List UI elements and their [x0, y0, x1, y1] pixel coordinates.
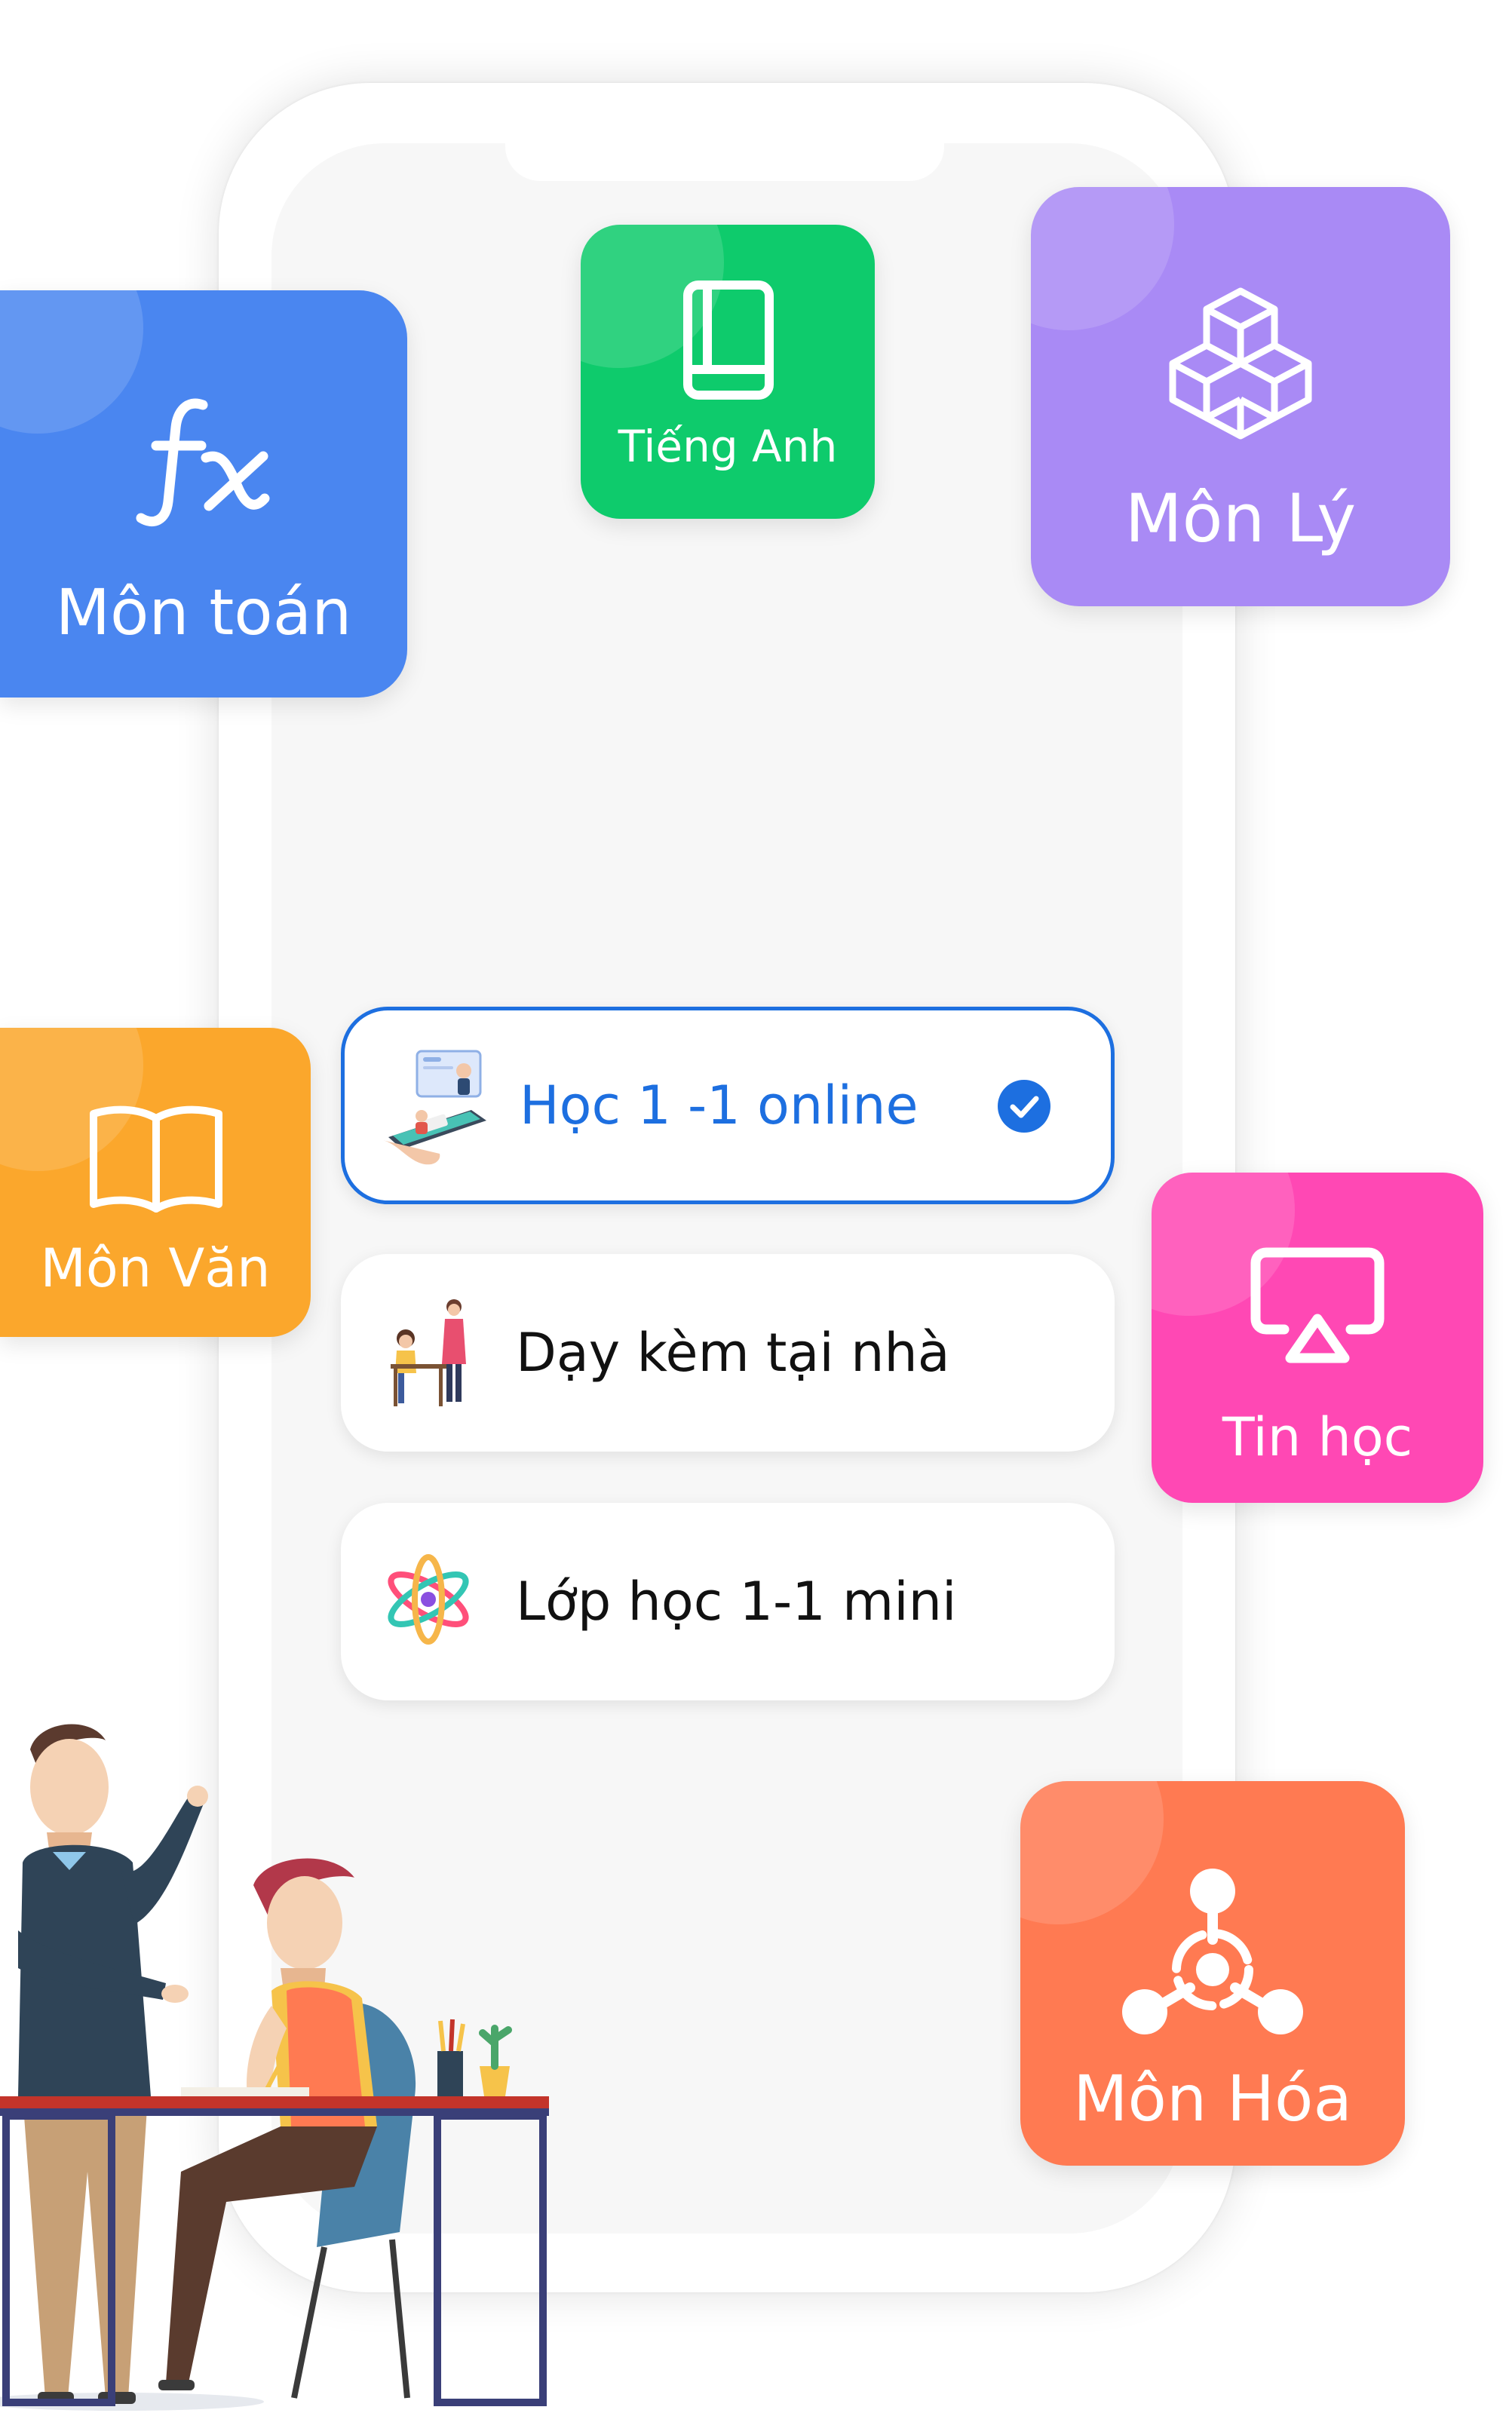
- open-book-icon: [90, 1105, 222, 1213]
- option-label: Học 1 -1 online: [520, 1075, 919, 1136]
- subject-tile-math[interactable]: Môn toán: [0, 290, 407, 698]
- online-class-icon: [382, 1050, 486, 1165]
- subject-label-literature: Môn Văn: [40, 1237, 271, 1299]
- subject-label-chemistry: Môn Hóa: [1073, 2062, 1352, 2136]
- tile-highlight: [0, 290, 143, 434]
- book-icon: [683, 281, 774, 400]
- subject-tile-chemistry[interactable]: Môn Hóa: [1020, 1781, 1405, 2166]
- airplay-icon: [1250, 1247, 1385, 1363]
- subject-label-english: Tiếng Anh: [618, 421, 838, 472]
- subject-label-math: Môn toán: [55, 575, 352, 649]
- cubes-icon: [1169, 287, 1312, 440]
- option-mini-class[interactable]: Lớp học 1-1 mini: [341, 1503, 1115, 1700]
- subject-tile-informatics[interactable]: Tin học: [1152, 1173, 1483, 1503]
- subject-tile-literature[interactable]: Môn Văn: [0, 1028, 311, 1337]
- teacher-student-illustration: [0, 1724, 549, 2411]
- subject-tile-english[interactable]: Tiếng Anh: [581, 225, 875, 519]
- option-label: Lớp học 1-1 mini: [516, 1571, 957, 1633]
- subject-tile-physics[interactable]: Môn Lý: [1031, 187, 1450, 606]
- option-label: Dạy kèm tại nhà: [516, 1322, 950, 1384]
- subject-label-physics: Môn Lý: [1124, 480, 1357, 557]
- molecule-icon: [1122, 1869, 1303, 2034]
- option-online-1-1[interactable]: Học 1 -1 online: [341, 1007, 1115, 1204]
- atom-icon: [388, 1554, 469, 1645]
- subject-label-informatics: Tin học: [1222, 1406, 1413, 1468]
- function-fx-icon: [136, 398, 270, 526]
- home-tutor-icon: [391, 1299, 466, 1406]
- option-home-tutoring[interactable]: Dạy kèm tại nhà: [341, 1254, 1115, 1452]
- check-circle-icon: [998, 1080, 1050, 1133]
- phone-notch: [505, 133, 944, 181]
